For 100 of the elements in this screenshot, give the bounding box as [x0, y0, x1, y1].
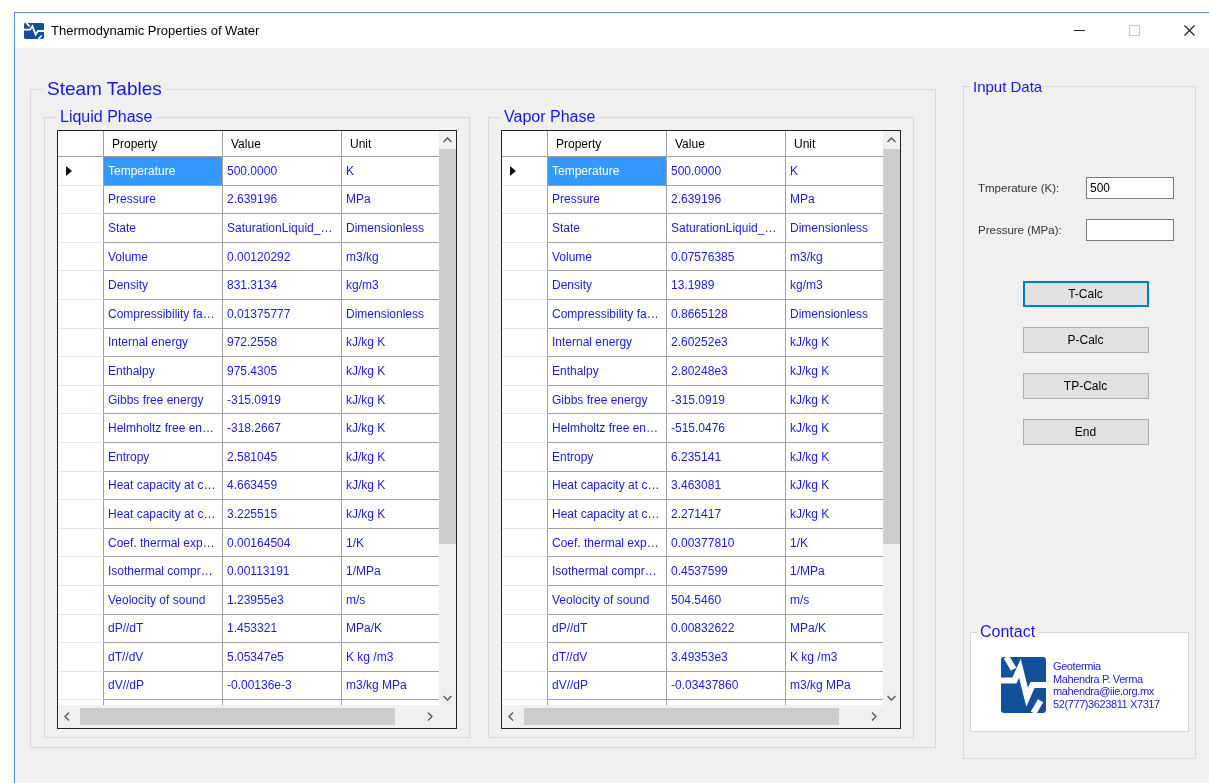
table-cell[interactable]: Coef. thermal exp… [104, 528, 223, 558]
table-cell[interactable]: -318.2667 [223, 414, 342, 443]
table-cell[interactable]: SaturationLiquid_… [667, 214, 786, 243]
table-cell[interactable]: 4.663459 [223, 471, 342, 501]
table-cell[interactable]: dV//dP [104, 671, 223, 701]
table-cell[interactable]: dP//dT [104, 614, 223, 644]
table-cell[interactable]: Heat capacity at c… [104, 500, 223, 529]
column-header[interactable]: Property [548, 131, 667, 157]
table-cell[interactable]: 0.00120292 [223, 242, 342, 272]
table-cell[interactable]: Enthalpy [104, 357, 223, 386]
table-cell[interactable]: 3.49353e3 [667, 643, 786, 672]
table-cell[interactable]: Gibbs free energy [104, 385, 223, 415]
table-cell[interactable]: -515.0476 [667, 414, 786, 443]
table-cell[interactable]: 500.0000 [223, 157, 342, 186]
table-cell[interactable]: Density [104, 271, 223, 300]
table-cell[interactable]: 2.639196 [667, 185, 786, 215]
table-cell[interactable]: dT//dV [548, 643, 667, 672]
table-cell[interactable]: State [548, 214, 667, 243]
table-cell[interactable]: Gibbs free energy [548, 385, 667, 415]
table-cell[interactable]: 3.463081 [667, 471, 786, 501]
chevron-down-icon[interactable] [443, 695, 452, 701]
chevron-left-icon[interactable] [508, 712, 514, 721]
table-cell[interactable]: Pressure [548, 185, 667, 215]
table-cell[interactable]: -0.00136e-3 [223, 671, 342, 701]
table-cell[interactable]: Volume [548, 242, 667, 272]
table-cell[interactable]: Compressibility fa… [104, 299, 223, 329]
table-cell[interactable]: -315.0919 [223, 385, 342, 415]
table-cell[interactable]: 504.5460 [667, 585, 786, 615]
calc-button[interactable]: End [1022, 419, 1149, 445]
table-cell[interactable]: Veolocity of sound [104, 585, 223, 615]
table-cell[interactable]: 972.2558 [223, 328, 342, 358]
chevron-up-icon[interactable] [443, 137, 452, 143]
table-cell[interactable]: Isothermal compr… [104, 557, 223, 586]
chevron-up-icon[interactable] [887, 137, 896, 143]
table-cell[interactable]: Veolocity of sound [548, 585, 667, 615]
table-cell[interactable]: Heat capacity at c… [104, 471, 223, 501]
row-header[interactable] [58, 157, 104, 186]
calc-button[interactable]: T-Calc [1022, 281, 1149, 307]
table-cell[interactable]: State [104, 214, 223, 243]
table-cell[interactable]: 13.1989 [667, 271, 786, 300]
table-cell[interactable]: Heat capacity at c… [548, 500, 667, 529]
table-cell[interactable]: 0.00832622 [667, 614, 786, 644]
table-cell[interactable]: Enthalpy [548, 357, 667, 386]
table-cell[interactable]: 2.60252e3 [667, 328, 786, 358]
table-cell[interactable]: 0.01375777 [223, 299, 342, 329]
calc-button[interactable]: TP-Calc [1022, 373, 1149, 399]
table-cell[interactable]: Heat capacity at c… [548, 471, 667, 501]
table-cell[interactable]: Entropy [104, 442, 223, 472]
scrollbar-thumb[interactable] [883, 149, 900, 544]
table-cell[interactable]: 2.80248e3 [667, 357, 786, 386]
input-field[interactable]: 500 [1086, 177, 1174, 199]
table-cell[interactable]: dV//dP [548, 671, 667, 701]
table-cell[interactable]: 0.00113191 [223, 557, 342, 586]
table-cell[interactable]: Volume [104, 242, 223, 272]
table-cell[interactable]: Compressibility fa… [548, 299, 667, 329]
table-cell[interactable]: 975.4305 [223, 357, 342, 386]
table-cell[interactable]: dT//dV [104, 643, 223, 672]
table-cell[interactable]: 0.8665128 [667, 299, 786, 329]
input-field[interactable] [1086, 219, 1174, 241]
table-cell[interactable]: 2.271417 [667, 500, 786, 529]
table-cell[interactable]: 500.0000 [667, 157, 786, 186]
table-cell[interactable]: Internal energy [548, 328, 667, 358]
column-header[interactable]: Value [223, 131, 342, 157]
table-cell[interactable]: 0.4537599 [667, 557, 786, 586]
table-cell[interactable]: Density [548, 271, 667, 300]
app-logo-icon [24, 22, 44, 39]
table-cell[interactable]: 1.23955e3 [223, 585, 342, 615]
chevron-right-icon[interactable] [871, 712, 877, 721]
chevron-down-icon[interactable] [887, 695, 896, 701]
column-header[interactable]: Property [104, 131, 223, 157]
scrollbar-thumb[interactable] [524, 708, 839, 725]
table-cell[interactable]: 831.3134 [223, 271, 342, 300]
row-header[interactable] [502, 157, 548, 186]
table-cell[interactable]: Helmholtz free en… [104, 414, 223, 443]
table-cell[interactable]: Isothermal compr… [548, 557, 667, 586]
table-cell[interactable]: -0.03437860 [667, 671, 786, 701]
table-cell[interactable]: 2.581045 [223, 442, 342, 472]
table-cell[interactable]: Entropy [548, 442, 667, 472]
table-cell[interactable]: 2.639196 [223, 185, 342, 215]
table-cell[interactable]: SaturationLiquid_… [223, 214, 342, 243]
column-header[interactable]: Value [667, 131, 786, 157]
table-cell[interactable]: Pressure [104, 185, 223, 215]
chevron-left-icon[interactable] [64, 712, 70, 721]
table-cell[interactable]: 0.00164504 [223, 528, 342, 558]
table-cell[interactable]: 1.453321 [223, 614, 342, 644]
table-cell[interactable]: 6.235141 [667, 442, 786, 472]
scrollbar-thumb[interactable] [439, 149, 456, 544]
chevron-right-icon[interactable] [427, 712, 433, 721]
scrollbar-thumb[interactable] [80, 708, 395, 725]
table-cell[interactable]: Helmholtz free en… [548, 414, 667, 443]
close-icon[interactable] [1184, 25, 1195, 36]
calc-button[interactable]: P-Calc [1022, 327, 1149, 353]
table-cell[interactable]: 3.225515 [223, 500, 342, 529]
table-cell[interactable]: -315.0919 [667, 385, 786, 415]
table-cell[interactable]: 0.00377810 [667, 528, 786, 558]
table-cell[interactable]: 5.05347e5 [223, 643, 342, 672]
table-cell[interactable]: Internal energy [104, 328, 223, 358]
table-cell[interactable]: Coef. thermal exp… [548, 528, 667, 558]
table-cell[interactable]: 0.07576385 [667, 242, 786, 272]
table-cell[interactable]: dP//dT [548, 614, 667, 644]
